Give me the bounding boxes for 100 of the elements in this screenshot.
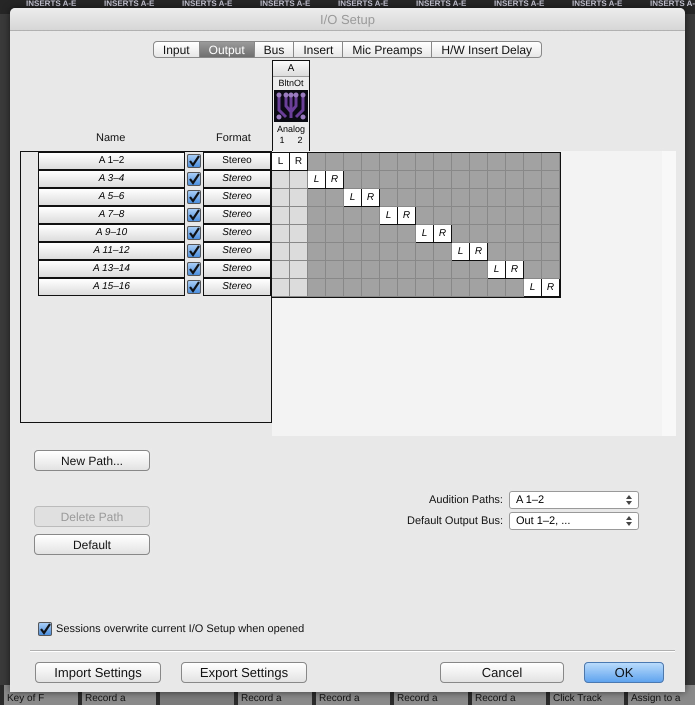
format-field[interactable]: Stereo [203,170,271,188]
grid-cell[interactable] [308,261,326,279]
grid-cell[interactable] [488,243,506,261]
grid-cell[interactable] [272,261,290,279]
grid-cell[interactable] [488,207,506,225]
grid-cell[interactable] [434,171,452,189]
grid-cell[interactable] [452,189,470,207]
grid-cell[interactable] [416,261,434,279]
grid-cell[interactable] [524,153,542,171]
settings-button[interactable]: Export Settings [181,662,307,683]
grid-cell[interactable] [452,153,470,171]
grid-cell[interactable] [506,171,524,189]
grid-cell[interactable] [272,225,290,243]
grid-cell[interactable] [524,261,542,279]
grid-cell[interactable] [488,153,506,171]
grid-cell[interactable] [380,279,398,297]
tab[interactable]: H/W Insert Delay [432,41,542,58]
grid-cell[interactable]: L [524,279,542,297]
grid-cell[interactable] [488,225,506,243]
grid-cell[interactable] [470,207,488,225]
grid-cell[interactable] [506,243,524,261]
checkbox[interactable] [187,226,201,240]
grid-cell[interactable] [290,189,308,207]
grid-cell[interactable] [362,225,380,243]
grid-cell[interactable]: L [344,189,362,207]
grid-cell[interactable] [308,153,326,171]
grid-cell[interactable]: R [434,225,452,243]
format-field[interactable]: Stereo [203,206,271,224]
grid-cell[interactable] [542,171,560,189]
grid-cell[interactable] [308,279,326,297]
grid-cell[interactable]: R [542,279,560,297]
grid-cell[interactable] [524,225,542,243]
grid-cell[interactable] [488,171,506,189]
grid-cell[interactable] [506,279,524,297]
grid-cell[interactable] [434,189,452,207]
grid-cell[interactable] [380,171,398,189]
checkbox[interactable] [187,280,201,294]
grid-cell[interactable] [344,171,362,189]
grid-cell[interactable] [524,189,542,207]
grid-cell[interactable] [434,207,452,225]
path-name-field[interactable]: A 7–8 [38,206,185,224]
grid-cell[interactable] [416,279,434,297]
format-field[interactable]: Stereo [203,260,271,278]
grid-cell[interactable]: R [470,243,488,261]
grid-cell[interactable] [344,225,362,243]
format-field[interactable]: Stereo [203,152,271,170]
tab[interactable]: Input [152,41,200,58]
grid-cell[interactable] [470,189,488,207]
grid-cell[interactable] [398,189,416,207]
grid-cell[interactable] [506,189,524,207]
grid-cell[interactable] [398,171,416,189]
path-name-field[interactable]: A 15–16 [38,278,185,296]
grid-cell[interactable] [416,153,434,171]
grid-cell[interactable] [326,153,344,171]
grid-cell[interactable] [290,171,308,189]
grid-cell[interactable] [344,279,362,297]
grid-cell[interactable] [506,225,524,243]
grid-cell[interactable] [308,189,326,207]
format-field[interactable]: Stereo [203,242,271,260]
grid-cell[interactable]: R [326,171,344,189]
grid-cell[interactable] [290,243,308,261]
path-name-field[interactable]: A 13–14 [38,260,185,278]
tab[interactable]: Output [200,41,255,58]
grid-cell[interactable] [362,243,380,261]
grid-cell[interactable]: R [398,207,416,225]
grid-cell[interactable] [308,225,326,243]
grid-cell[interactable] [272,171,290,189]
grid-cell[interactable] [380,225,398,243]
grid-cell[interactable] [380,153,398,171]
grid-cell[interactable] [452,207,470,225]
grid-cell[interactable] [434,279,452,297]
grid-cell[interactable] [326,225,344,243]
path-name-field[interactable]: A 3–4 [38,170,185,188]
grid-cell[interactable] [416,171,434,189]
path-button[interactable]: New Path... [34,450,150,471]
path-name-field[interactable]: A 9–10 [38,224,185,242]
path-name-field[interactable]: A 5–6 [38,188,185,206]
grid-cell[interactable] [470,261,488,279]
grid-cell[interactable]: L [380,207,398,225]
grid-cell[interactable] [290,207,308,225]
checkbox[interactable] [187,172,201,186]
grid-cell[interactable] [506,207,524,225]
grid-cell[interactable] [344,153,362,171]
grid-cell[interactable] [542,243,560,261]
grid-cell[interactable] [416,189,434,207]
grid-cell[interactable] [452,171,470,189]
grid-cell[interactable] [398,153,416,171]
grid-cell[interactable]: R [506,261,524,279]
grid-cell[interactable] [380,261,398,279]
grid-cell[interactable]: L [416,225,434,243]
grid-cell[interactable] [326,189,344,207]
grid-cell[interactable] [452,225,470,243]
grid-cell[interactable] [542,261,560,279]
grid-cell[interactable] [272,207,290,225]
path-name-field[interactable]: A 1–2 [38,152,185,170]
tab[interactable]: Mic Preamps [343,41,432,58]
grid-cell[interactable] [344,207,362,225]
grid-cell[interactable] [542,207,560,225]
grid-cell[interactable] [434,243,452,261]
grid-cell[interactable] [398,243,416,261]
